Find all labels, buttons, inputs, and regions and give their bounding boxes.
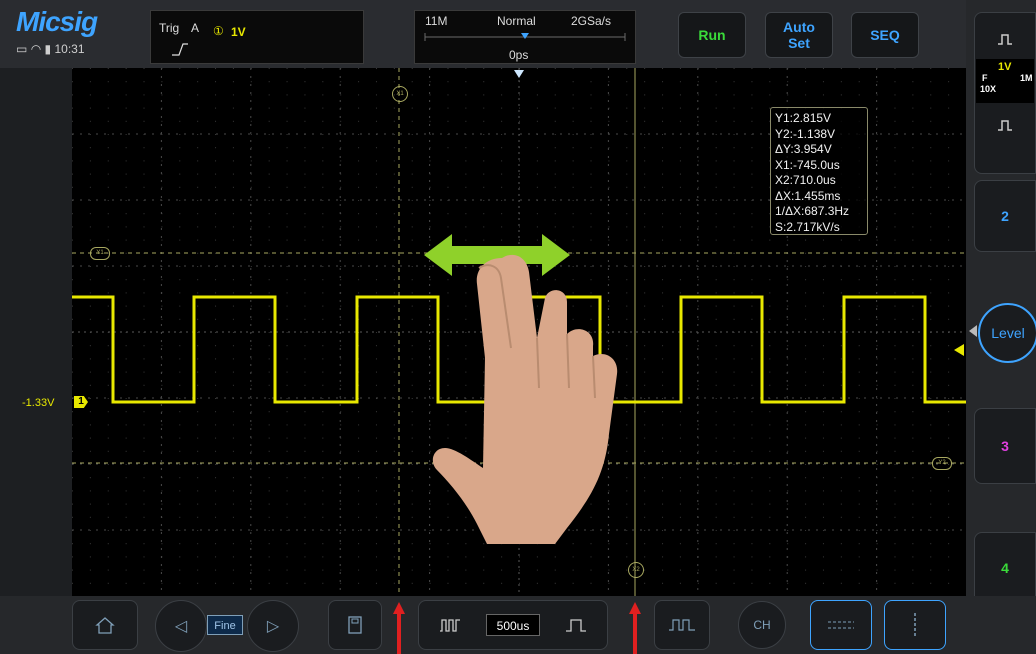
horizontal-cursor-button[interactable] (810, 600, 872, 650)
fine-toggle[interactable]: Fine (207, 615, 243, 635)
x2-annotation-arrow-icon (629, 602, 641, 654)
meas-y1: Y1:2.815V (775, 111, 832, 125)
trigger-level: 1V (231, 25, 246, 39)
battery-icon: ▮ (44, 42, 52, 56)
x1-annotation-arrow-icon (393, 602, 405, 654)
meas-x1: X1:-745.0us (775, 157, 840, 172)
pulse-icon (998, 34, 1012, 45)
meas-delta-y: ΔY:3.954V (775, 142, 832, 156)
channel-ref-button[interactable] (654, 600, 710, 650)
wifi-icon: ◠ (30, 42, 42, 56)
seq-button[interactable]: SEQ (851, 12, 919, 58)
timebase-scale: 500us (486, 614, 540, 636)
horizontal-cursor-icon (828, 621, 854, 629)
level-knob-button[interactable]: Level (978, 303, 1036, 363)
ch3-button[interactable]: 3 (974, 408, 1036, 484)
ch1-impedance: 1M (1020, 73, 1033, 83)
right-arrow-icon: ▷ (266, 618, 280, 635)
cursor-measurements-panel: Y1:2.815V Y2:-1.138V ΔY:3.954V X1:-745.0… (770, 107, 868, 235)
meas-slope: S:2.717kV/s (775, 219, 840, 234)
ch1-settings-button[interactable]: 1V F 10X 1M (974, 12, 1036, 174)
waveform-display[interactable]: X1 X2 Y1 Y2 Y1:2.815V Y2:-1.138V ΔY:3.95… (72, 68, 966, 596)
ch1-coupling: F (982, 73, 988, 83)
ch1-info-box: 1V F 10X 1M (976, 59, 1034, 103)
vertical-cursor-button[interactable] (884, 600, 946, 650)
meas-frequency: 1/ΔX:687.3Hz (775, 204, 850, 218)
x2-cursor-handle[interactable]: X2 (628, 562, 644, 578)
ch2-button[interactable]: 2 (974, 180, 1036, 252)
fine-right-button[interactable]: ▷ (247, 600, 299, 652)
horizontal-offset: 0ps (509, 48, 529, 62)
clock-time: 10:31 (54, 42, 85, 56)
memory-position-bar (424, 33, 626, 41)
timebase-increase-button[interactable] (545, 601, 607, 649)
ch1-scale: 1V (998, 61, 1012, 73)
channel-select-button[interactable]: CH (738, 601, 786, 649)
pulse-icon (998, 120, 1012, 131)
trigger-channel-icon: ① (213, 24, 224, 38)
y2-cursor-handle[interactable]: Y2 (932, 457, 952, 470)
trigger-source: A (191, 21, 200, 35)
y1-cursor-handle[interactable]: Y1 (90, 247, 110, 260)
wave-overlay-icon (669, 619, 695, 631)
run-button[interactable]: Run (678, 12, 746, 58)
rising-edge-icon (172, 43, 188, 56)
dense-pulse-icon (440, 619, 460, 632)
memory-depth: 11M (425, 14, 448, 28)
home-button[interactable] (72, 600, 138, 650)
monitor-icon: ▭ (16, 42, 28, 56)
wide-pulse-icon (566, 619, 586, 632)
ch1-probe: 10X (980, 84, 997, 94)
meas-y2: Y2:-1.138V (775, 126, 836, 141)
level-left-arrow-icon (969, 325, 977, 337)
timebase-decrease-button[interactable] (419, 601, 481, 649)
meas-delta-x: ΔX:1.455ms (775, 188, 841, 203)
auto-set-button[interactable]: Auto Set (765, 12, 833, 58)
trigger-level-marker-icon[interactable] (954, 344, 964, 356)
trigger-label: Trig (159, 21, 180, 35)
vertical-cursor-icon (914, 613, 916, 637)
ch4-button[interactable]: 4 (974, 532, 1036, 604)
acquire-mode: Normal (497, 14, 536, 28)
fine-control: ◁ Fine ▷ (155, 600, 299, 652)
save-disk-icon (348, 616, 362, 634)
home-icon (95, 617, 115, 634)
brand-logo: Micsig (16, 6, 98, 37)
status-bar: ▭ ◠ ▮ 10:31 (16, 42, 85, 56)
x1-cursor-handle[interactable]: X1 (392, 86, 408, 102)
hand-gesture-icon (432, 254, 618, 544)
fine-left-button[interactable]: ◁ (155, 600, 207, 652)
timebase-info[interactable]: 11M Normal 2GSa/s 0ps (414, 10, 636, 64)
meas-x2: X2:710.0us (775, 173, 836, 187)
left-arrow-icon: ◁ (174, 618, 188, 635)
ch1-offset-label: -1.33V (22, 397, 55, 409)
trigger-info[interactable]: Trig A ① 1V (150, 10, 364, 64)
timebase-control: 500us (418, 600, 608, 650)
save-button[interactable] (328, 600, 382, 650)
sample-rate: 2GSa/s (571, 14, 612, 28)
